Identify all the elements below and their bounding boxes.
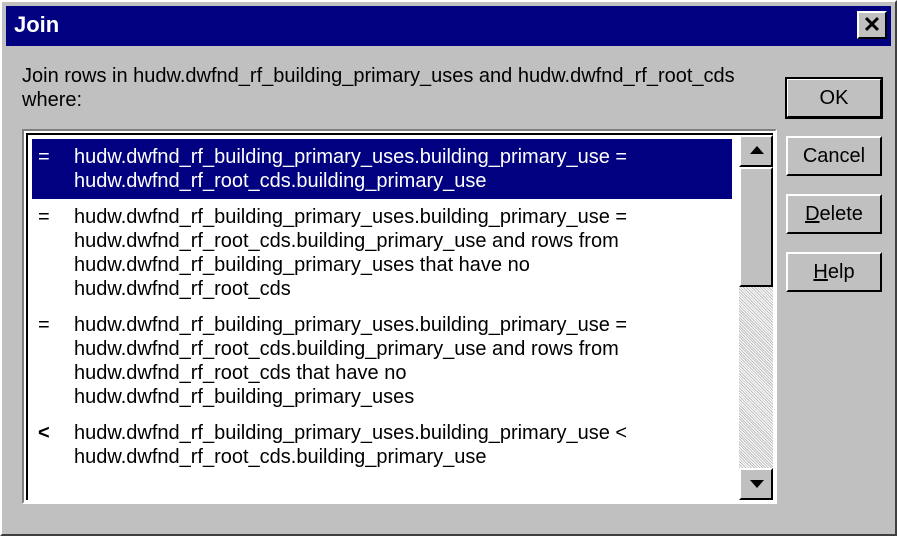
- list-frame: = hudw.dwfnd_rf_building_primary_uses.bu…: [26, 133, 773, 500]
- list-item[interactable]: = hudw.dwfnd_rf_building_primary_uses.bu…: [32, 139, 732, 199]
- ok-button[interactable]: OK: [785, 77, 883, 119]
- arrow-up-icon: [750, 146, 764, 154]
- scrollbar-thumb[interactable]: [739, 167, 773, 287]
- scroll-down-button[interactable]: [739, 468, 773, 500]
- join-operator: =: [38, 206, 50, 228]
- vertical-scrollbar[interactable]: [739, 135, 773, 500]
- list-item[interactable]: < hudw.dwfnd_rf_building_primary_uses.bu…: [32, 415, 732, 475]
- help-button[interactable]: Help: [786, 252, 882, 292]
- join-condition-list[interactable]: = hudw.dwfnd_rf_building_primary_uses.bu…: [22, 129, 777, 504]
- join-description: hudw.dwfnd_rf_building_primary_uses.buil…: [74, 206, 628, 300]
- dialog-title: Join: [14, 12, 60, 37]
- join-description: hudw.dwfnd_rf_building_primary_uses.buil…: [74, 314, 628, 408]
- list-rows: = hudw.dwfnd_rf_building_primary_uses.bu…: [32, 139, 732, 475]
- close-button[interactable]: ✕: [857, 11, 887, 39]
- title-bar[interactable]: Join ✕: [6, 6, 891, 46]
- join-dialog: Join ✕ Join rows in hudw.dwfnd_rf_buildi…: [0, 0, 897, 536]
- join-operator: =: [38, 314, 50, 336]
- join-description: hudw.dwfnd_rf_building_primary_uses.buil…: [74, 146, 628, 192]
- delete-label-rest: elete: [819, 203, 863, 225]
- cancel-button[interactable]: Cancel: [786, 136, 882, 176]
- instruction-text: Join rows in hudw.dwfnd_rf_building_prim…: [22, 65, 735, 111]
- scroll-up-button[interactable]: [739, 135, 773, 167]
- join-description: hudw.dwfnd_rf_building_primary_uses.buil…: [74, 422, 628, 468]
- arrow-down-icon: [750, 480, 764, 488]
- list-item[interactable]: = hudw.dwfnd_rf_building_primary_uses.bu…: [32, 199, 732, 307]
- help-label-rest: elp: [827, 261, 855, 283]
- help-mnemonic: H: [813, 261, 828, 283]
- join-operator: <: [38, 422, 50, 444]
- delete-button[interactable]: Delete: [786, 194, 882, 234]
- delete-mnemonic: D: [805, 203, 820, 225]
- list-item[interactable]: = hudw.dwfnd_rf_building_primary_uses.bu…: [32, 307, 732, 415]
- join-operator: =: [38, 146, 50, 168]
